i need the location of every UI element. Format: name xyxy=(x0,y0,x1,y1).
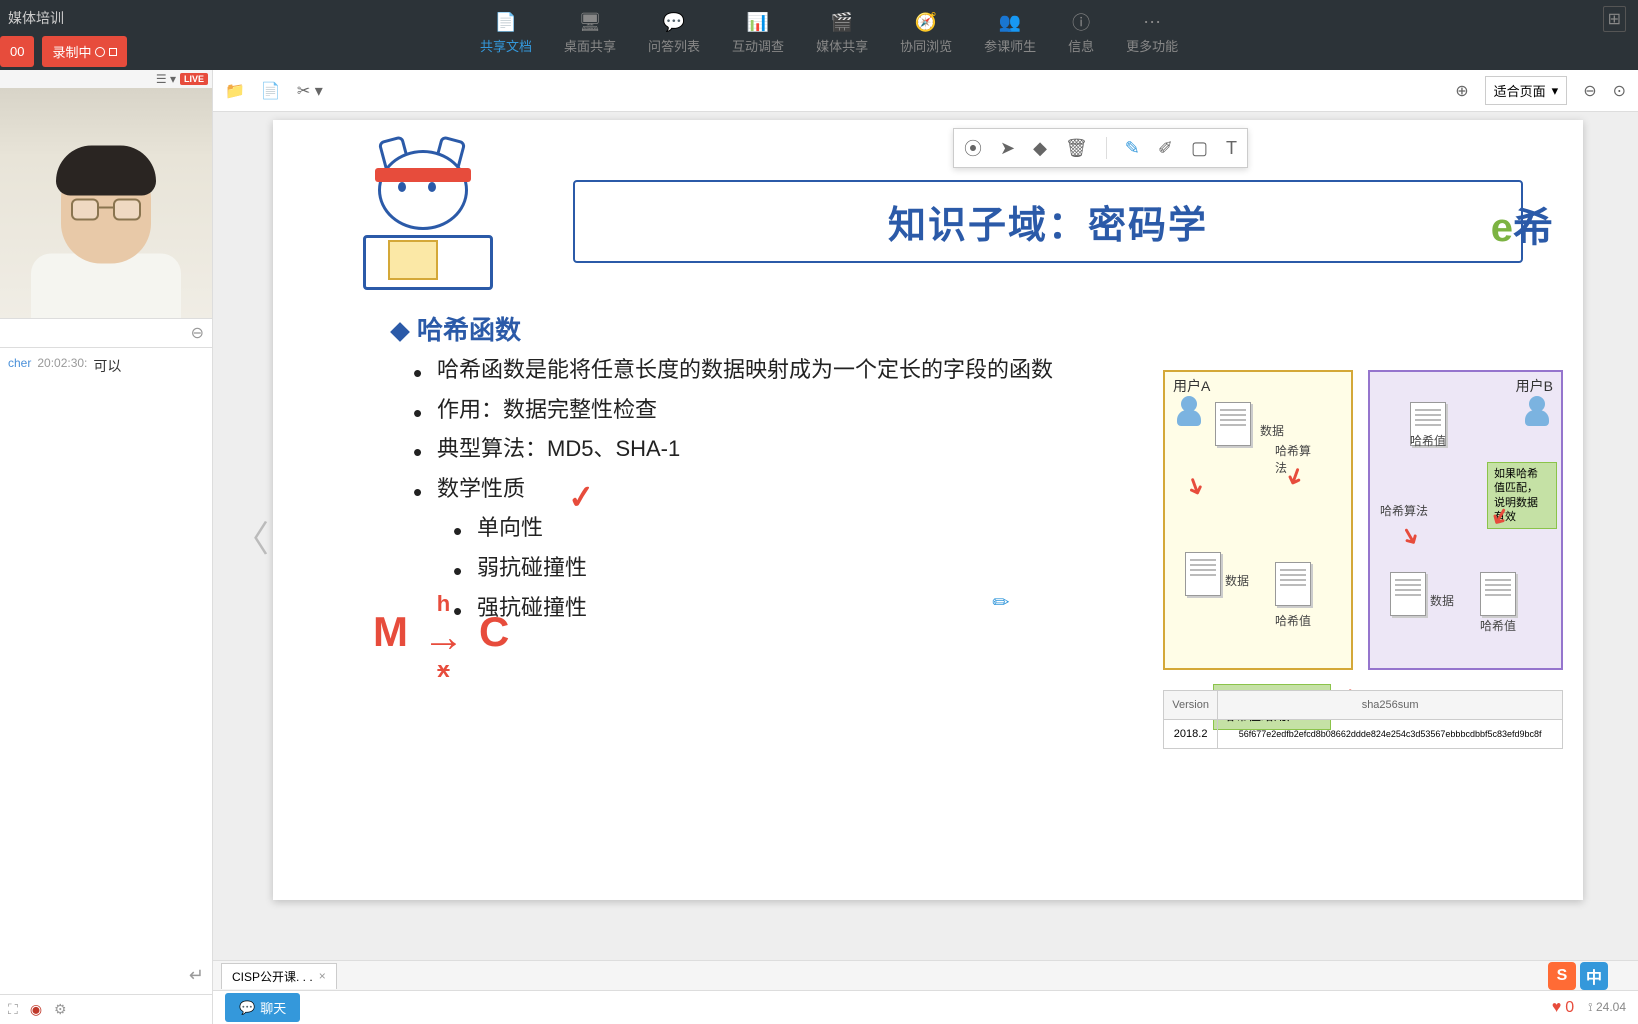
chat-message: cher 20:02:30: 可以 xyxy=(8,356,204,376)
ime-c-icon[interactable]: 中 xyxy=(1580,962,1608,990)
doc-tab[interactable]: CISP公开课. . . × xyxy=(221,963,337,989)
brand-logo: e希 xyxy=(1491,195,1553,253)
nav-more[interactable]: ⋯更多功能 xyxy=(1126,10,1178,55)
hash-diagram: 用户A 数据 哈希算 法 ➜ ➜ 数据 哈希值 用户B xyxy=(1163,370,1563,680)
stats-label: ⟟ 24.04 xyxy=(1588,1000,1626,1015)
nav-survey[interactable]: 📊互动调查 xyxy=(732,10,784,55)
chart-icon: 📊 xyxy=(746,10,770,34)
chat-header: ⊖ xyxy=(0,318,212,348)
window-title: 媒体培训 xyxy=(0,8,64,28)
slide-title-box: 知识子域：密码学 xyxy=(573,180,1523,263)
zoom-out-icon[interactable]: ⊖ xyxy=(1583,81,1596,101)
pointer-icon[interactable]: ➤ xyxy=(1000,138,1015,159)
highlighter-icon[interactable]: ✐ xyxy=(1158,138,1173,159)
shape-icon[interactable]: ▢ xyxy=(1191,138,1208,159)
annotation-toolbar: ⦿ ➤ ◆ 🗑 ✎ ✐ ▢ T xyxy=(953,128,1248,168)
chat-timestamp: 20:02:30: xyxy=(37,356,87,376)
record-indicator-icon[interactable]: ◉ xyxy=(30,1001,42,1018)
collapse-icon[interactable]: ⊖ xyxy=(191,323,204,343)
add-icon[interactable]: ⊕ xyxy=(1455,81,1468,101)
stop-icon xyxy=(109,48,117,56)
eraser-icon[interactable]: ◆ xyxy=(1033,138,1047,159)
ime-indicator: S 中 xyxy=(1548,962,1608,990)
desktop-icon: 🖥 xyxy=(578,10,602,34)
slide-title: 知识子域：密码学 xyxy=(605,194,1491,249)
document-icon: 📄 xyxy=(494,10,518,34)
folder-icon[interactable]: 📁 xyxy=(225,81,245,101)
record-status-button[interactable]: 录制中 xyxy=(42,36,127,67)
slide-viewport: 〈 ⦿ ➤ ◆ 🗑 ✎ ✐ ▢ T xyxy=(213,112,1638,960)
live-badge: LIVE xyxy=(180,73,208,85)
doc-toolbar: 📁 📄 ✂ ▾ ⊕ 适合页面▾ ⊖ ⊙ xyxy=(213,70,1638,112)
nav-qa[interactable]: 💬问答列表 xyxy=(648,10,700,55)
content-area: 📁 📄 ✂ ▾ ⊕ 适合页面▾ ⊖ ⊙ 〈 ⦿ ➤ ◆ 🗑 ✎ ✐ ▢ xyxy=(213,70,1638,1024)
qa-icon: 💬 xyxy=(662,10,686,34)
top-bar: 媒体培训 00 录制中 📄共享文档 🖥桌面共享 💬问答列表 📊互动调查 🎬媒体共… xyxy=(0,0,1638,70)
nav-tools: 📄共享文档 🖥桌面共享 💬问答列表 📊互动调查 🎬媒体共享 🧭协同浏览 👥参课师… xyxy=(480,10,1178,55)
like-count[interactable]: ♥ 0 xyxy=(1552,999,1574,1017)
compass-icon: 🧭 xyxy=(914,10,938,34)
nav-cobrowse[interactable]: 🧭协同浏览 xyxy=(900,10,952,55)
slide: 知识子域：密码学 e希 哈希函数 哈希函数是能将任意长度的数据映射成为一个定长的… xyxy=(273,120,1583,900)
new-doc-icon[interactable]: 📄 xyxy=(261,81,281,101)
video-header: ☰ ▾ LIVE xyxy=(0,70,212,88)
zoom-select[interactable]: 适合页面▾ xyxy=(1485,76,1568,105)
ime-s-icon[interactable]: S xyxy=(1548,962,1576,990)
nav-info[interactable]: ⓘ信息 xyxy=(1068,10,1094,55)
clear-icon[interactable]: 🗑 xyxy=(1065,138,1088,159)
settings-icon[interactable]: ⚙ xyxy=(54,1001,67,1018)
fit-icon[interactable]: ⊙ xyxy=(1613,81,1626,101)
mascot-image xyxy=(343,140,503,300)
media-icon: 🎬 xyxy=(830,10,854,34)
people-icon: 👥 xyxy=(998,10,1022,34)
chat-text: 可以 xyxy=(93,356,121,376)
grid-icon[interactable]: ⊞ xyxy=(1603,6,1626,32)
chat-icon: 💬 xyxy=(239,1000,255,1016)
hash-table: Versionsha256sum 2018.256f677e2edfb2efcd… xyxy=(1163,690,1563,749)
list-icon[interactable]: ☰ ▾ xyxy=(156,72,176,86)
left-panel: ☰ ▾ LIVE ⊖ cher 20:02:30: 可以 ↵ ⛶ xyxy=(0,70,213,1024)
cut-icon[interactable]: ✂ ▾ xyxy=(297,81,323,101)
presenter-video xyxy=(0,88,212,318)
chevron-down-icon: ▾ xyxy=(1552,83,1559,99)
text-tool-icon[interactable]: T xyxy=(1226,138,1237,159)
check-annotation: ✓ xyxy=(566,477,596,517)
prev-slide-button[interactable]: 〈 xyxy=(233,510,269,562)
doc-tabs: CISP公开课. . . × xyxy=(213,960,1638,990)
nav-share-doc[interactable]: 📄共享文档 xyxy=(480,10,532,55)
close-tab-icon[interactable]: × xyxy=(319,969,326,983)
chat-body: cher 20:02:30: 可以 ↵ xyxy=(0,348,212,994)
info-icon: ⓘ xyxy=(1069,10,1093,34)
nav-participants[interactable]: 👥参课师生 xyxy=(984,10,1036,55)
bullet-list: 哈希函数是能将任意长度的数据映射成为一个定长的字段的函数 作用：数据完整性检查 … xyxy=(413,350,1053,627)
nav-media[interactable]: 🎬媒体共享 xyxy=(816,10,868,55)
record-time-button[interactable]: 00 xyxy=(0,36,34,67)
laser-icon[interactable]: ⦿ xyxy=(964,135,982,161)
return-icon[interactable]: ↵ xyxy=(189,965,204,986)
chat-button[interactable]: 💬 聊天 xyxy=(225,993,300,1022)
formula-annotation: M h → x C xyxy=(373,595,509,678)
left-bottom-tabs: ⛶ ◉ ⚙ xyxy=(0,994,212,1024)
chat-username: cher xyxy=(8,356,31,376)
expand-icon[interactable]: ⛶ xyxy=(8,1001,18,1018)
pause-icon xyxy=(95,47,105,57)
footer-bar: 💬 聊天 ♥ 0 ⟟ 24.04 xyxy=(213,990,1638,1024)
nav-share-desktop[interactable]: 🖥桌面共享 xyxy=(564,10,616,55)
more-icon: ⋯ xyxy=(1140,10,1164,34)
pen-icon[interactable]: ✎ xyxy=(1125,138,1140,159)
section-heading: 哈希函数 xyxy=(393,310,521,347)
